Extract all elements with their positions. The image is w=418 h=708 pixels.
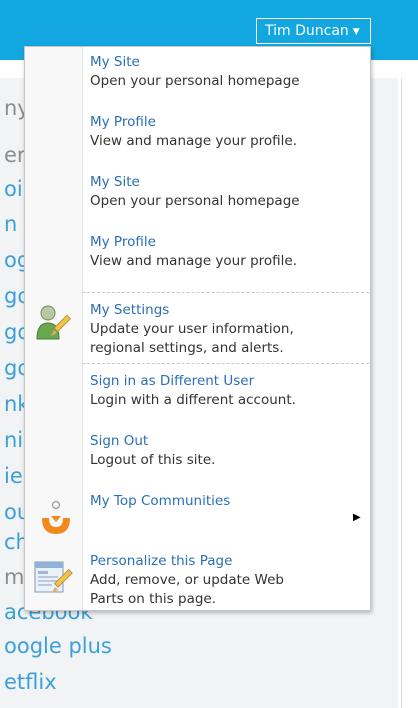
menu-item-my-profile[interactable]: My Profile View and manage your profile. — [25, 113, 370, 153]
menu-item-desc: Update your user information, — [90, 321, 294, 337]
menu-item-title: My Top Communities — [90, 493, 231, 509]
background-scrollbar-area — [401, 78, 418, 708]
menu-item-desc: Login with a different account. — [90, 392, 296, 408]
menu-item-desc: View and manage your profile. — [90, 253, 298, 269]
menu-item-desc-line-2: regional settings, and alerts. — [90, 340, 284, 356]
background-link[interactable]: oi — [4, 177, 23, 201]
menu-item-title: Sign in as Different User — [90, 373, 255, 389]
menu-separator — [82, 292, 369, 293]
menu-item-desc: Open your personal homepage — [90, 193, 300, 209]
user-menu-button[interactable]: Tim Duncan ▼ — [256, 18, 371, 44]
menu-item-title: My Site — [90, 174, 140, 190]
menu-item-desc: Logout of this site. — [90, 452, 216, 468]
chevron-down-icon: ▼ — [352, 27, 360, 37]
menu-item-sign-in-different-user[interactable]: Sign in as Different User Login with a d… — [25, 372, 370, 412]
menu-item-desc: Add, remove, or update Web — [90, 572, 284, 588]
background-link[interactable]: n — [4, 212, 17, 236]
background-link[interactable]: ie — [4, 464, 23, 488]
menu-item-title: My Site — [90, 54, 140, 70]
user-name: Tim Duncan — [265, 23, 349, 39]
personalize-page-icon — [33, 556, 73, 602]
menu-item-title: My Profile — [90, 114, 156, 130]
menu-item-my-settings[interactable]: My Settings Update your user information… — [25, 301, 370, 359]
menu-item-my-profile-2[interactable]: My Profile View and manage your profile. — [25, 233, 370, 273]
menu-item-title: Sign Out — [90, 433, 149, 449]
menu-separator — [82, 363, 369, 364]
user-settings-icon — [35, 303, 73, 347]
submenu-arrow-icon: ▶ — [353, 512, 361, 523]
menu-item-desc: Open your personal homepage — [90, 73, 300, 89]
menu-item-my-top-communities[interactable]: My Top Communities ▶ — [25, 492, 370, 542]
menu-item-desc: View and manage your profile. — [90, 133, 298, 149]
menu-item-title: My Profile — [90, 234, 156, 250]
menu-item-my-site[interactable]: My Site Open your personal homepage — [25, 53, 370, 93]
menu-item-title: Personalize this Page — [90, 553, 233, 569]
background-text: er — [4, 143, 26, 167]
menu-item-desc-line-2: Parts on this page. — [90, 591, 217, 607]
background-link[interactable]: oogle plus — [4, 634, 112, 658]
communities-icon — [39, 500, 73, 542]
menu-item-personalize-page[interactable]: Personalize this Page Add, remove, or up… — [25, 552, 370, 610]
user-dropdown-menu: My Site Open your personal homepage My P… — [24, 46, 371, 611]
menu-item-title: My Settings — [90, 302, 170, 318]
background-link[interactable]: ni — [4, 428, 23, 452]
menu-item-sign-out[interactable]: Sign Out Logout of this site. — [25, 432, 370, 472]
menu-item-my-site-2[interactable]: My Site Open your personal homepage — [25, 173, 370, 213]
background-link[interactable]: etflix — [4, 670, 57, 694]
